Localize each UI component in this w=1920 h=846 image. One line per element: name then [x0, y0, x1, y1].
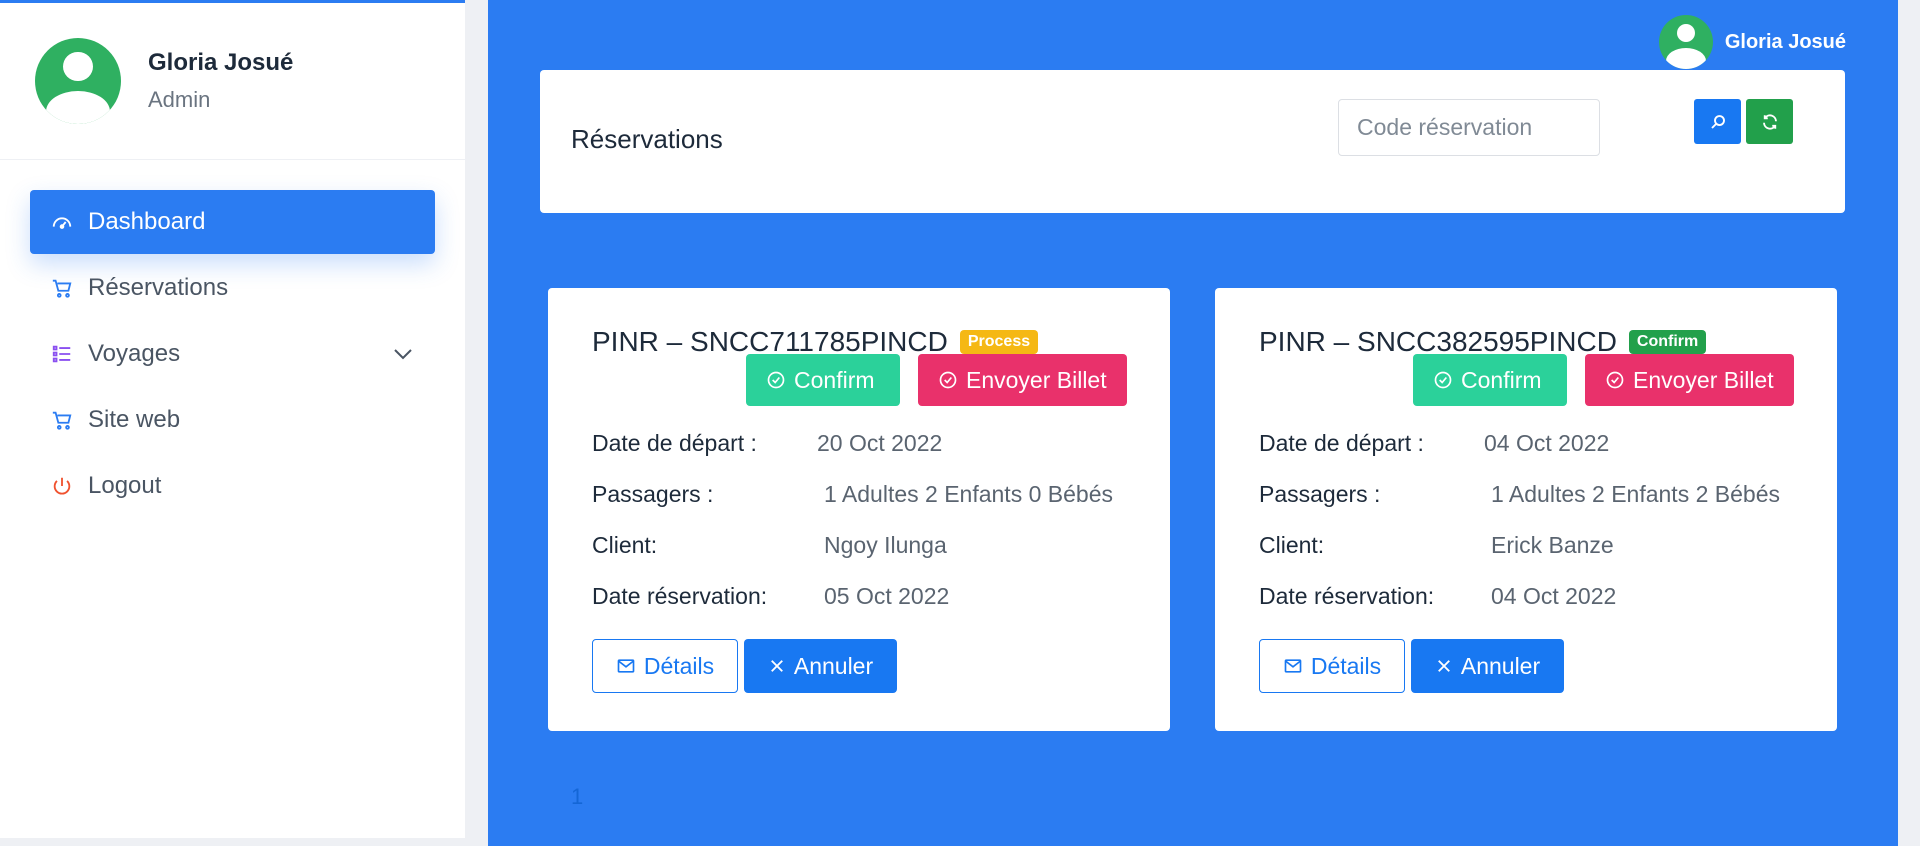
info-row-passengers: Passagers : 1 Adultes 2 Enfants 0 Bébés [592, 469, 1113, 520]
status-badge: Confirm [1628, 330, 1707, 354]
reservation-actions: Confirm Envoyer Billet [746, 354, 1127, 406]
refresh-icon [1762, 113, 1777, 130]
reservation-card: PINR – SNCC711785PINCD Process Confirm E… [548, 288, 1170, 731]
reservation-date-value: 04 Oct 2022 [1491, 583, 1617, 609]
sidebar-item-reservations[interactable]: Réservations [30, 256, 435, 320]
passengers-value: 1 Adultes 2 Enfants 2 Bébés [1491, 481, 1780, 507]
client-label: Client: [1259, 532, 1325, 558]
profile-name: Gloria Josué [148, 49, 294, 76]
details-button[interactable]: Détails [1259, 639, 1405, 693]
power-icon [50, 474, 74, 498]
info-row-reservation-date: Date réservation: 05 Oct 2022 [592, 571, 1113, 622]
reservation-card: PINR – SNCC382595PINCD Confirm Confirm E… [1215, 288, 1837, 731]
cancel-label: Annuler [1460, 652, 1541, 679]
reservation-info: Date de départ : 04 Oct 2022 Passagers :… [1259, 418, 1780, 622]
sidebar-item-label: Voyages [88, 340, 181, 367]
chevron-down-icon[interactable] [391, 342, 415, 373]
reservation-info: Date de départ : 20 Oct 2022 Passagers :… [592, 418, 1113, 622]
passengers-label: Passagers : [1259, 481, 1381, 507]
header-user-menu[interactable]: Gloria Josué [1658, 15, 1846, 69]
info-row-departure: Date de départ : 04 Oct 2022 [1259, 418, 1780, 469]
avatar [1658, 15, 1713, 69]
sidebar-item-label: Réservations [88, 274, 229, 301]
cancel-button[interactable]: Annuler [1411, 639, 1564, 693]
sidebar-nav: Dashboard Réservations Voyages Site web [0, 160, 465, 518]
info-row-departure: Date de départ : 20 Oct 2022 [592, 418, 1113, 469]
passengers-label: Passagers : [592, 481, 714, 507]
confirm-label: Confirm [794, 366, 875, 393]
reservation-date-label: Date réservation: [592, 583, 768, 609]
confirm-button[interactable]: Confirm [1413, 354, 1567, 406]
check-circle-icon [1434, 371, 1452, 389]
client-value: Erick Banze [1491, 532, 1614, 558]
send-ticket-button[interactable]: Envoyer Billet [918, 354, 1127, 406]
sidebar-item-site-web[interactable]: Site web [30, 388, 435, 452]
reservation-code-input[interactable] [1338, 99, 1600, 156]
departure-label: Date de départ : [1259, 430, 1424, 456]
info-row-reservation-date: Date réservation: 04 Oct 2022 [1259, 571, 1780, 622]
cancel-label: Annuler [793, 652, 874, 679]
mail-icon [617, 659, 635, 673]
sidebar-item-voyages[interactable]: Voyages [30, 322, 435, 386]
pagination-page-1[interactable]: 1 [571, 784, 583, 810]
search-icon [1710, 114, 1725, 129]
cart-icon [50, 408, 74, 432]
confirm-label: Confirm [1461, 366, 1542, 393]
client-value: Ngoy Ilunga [824, 532, 947, 558]
cancel-button[interactable]: Annuler [744, 639, 897, 693]
avatar [35, 38, 121, 124]
info-row-passengers: Passagers : 1 Adultes 2 Enfants 2 Bébés [1259, 469, 1780, 520]
mail-icon [1284, 659, 1302, 673]
dashboard-icon [50, 210, 74, 234]
reservation-date-value: 05 Oct 2022 [824, 583, 950, 609]
cart-icon [50, 276, 74, 300]
sidebar-item-logout[interactable]: Logout [30, 454, 435, 518]
sidebar-item-label: Logout [88, 472, 162, 499]
search-panel: Réservations [540, 70, 1845, 213]
main-content: Gloria Josué Réservations PINR – SNCC711… [488, 0, 1898, 846]
card-footer: Détails Annuler [1259, 639, 1564, 693]
details-label: Détails [1310, 652, 1382, 679]
send-ticket-label: Envoyer Billet [966, 366, 1107, 393]
details-label: Détails [643, 652, 715, 679]
close-icon [770, 660, 783, 672]
send-ticket-button[interactable]: Envoyer Billet [1585, 354, 1794, 406]
departure-value: 04 Oct 2022 [1484, 430, 1610, 456]
check-circle-icon [767, 371, 785, 389]
departure-value: 20 Oct 2022 [817, 430, 943, 456]
sidebar: Gloria Josué Admin Dashboard Réservation… [0, 0, 465, 838]
status-badge: Process [959, 330, 1039, 354]
reservation-date-label: Date réservation: [1259, 583, 1435, 609]
send-ticket-label: Envoyer Billet [1633, 366, 1774, 393]
client-label: Client: [592, 532, 658, 558]
user-profile: Gloria Josué Admin [0, 3, 465, 160]
profile-role: Admin [148, 87, 211, 112]
check-circle-icon [1606, 371, 1624, 389]
header-user-name: Gloria Josué [1724, 30, 1846, 53]
sidebar-item-dashboard[interactable]: Dashboard [30, 190, 435, 254]
list-icon [50, 342, 74, 366]
info-row-client: Client: Ngoy Ilunga [592, 520, 1113, 571]
refresh-button[interactable] [1746, 99, 1793, 144]
departure-label: Date de départ : [592, 430, 757, 456]
reservation-actions: Confirm Envoyer Billet [1413, 354, 1794, 406]
card-footer: Détails Annuler [592, 639, 897, 693]
passengers-value: 1 Adultes 2 Enfants 0 Bébés [824, 481, 1113, 507]
check-circle-icon [939, 371, 957, 389]
search-button[interactable] [1694, 99, 1741, 144]
details-button[interactable]: Détails [592, 639, 738, 693]
sidebar-item-label: Dashboard [88, 208, 206, 235]
info-row-client: Client: Erick Banze [1259, 520, 1780, 571]
close-icon [1437, 660, 1450, 672]
page-title: Réservations [571, 124, 723, 154]
confirm-button[interactable]: Confirm [746, 354, 900, 406]
sidebar-item-label: Site web [88, 406, 181, 433]
